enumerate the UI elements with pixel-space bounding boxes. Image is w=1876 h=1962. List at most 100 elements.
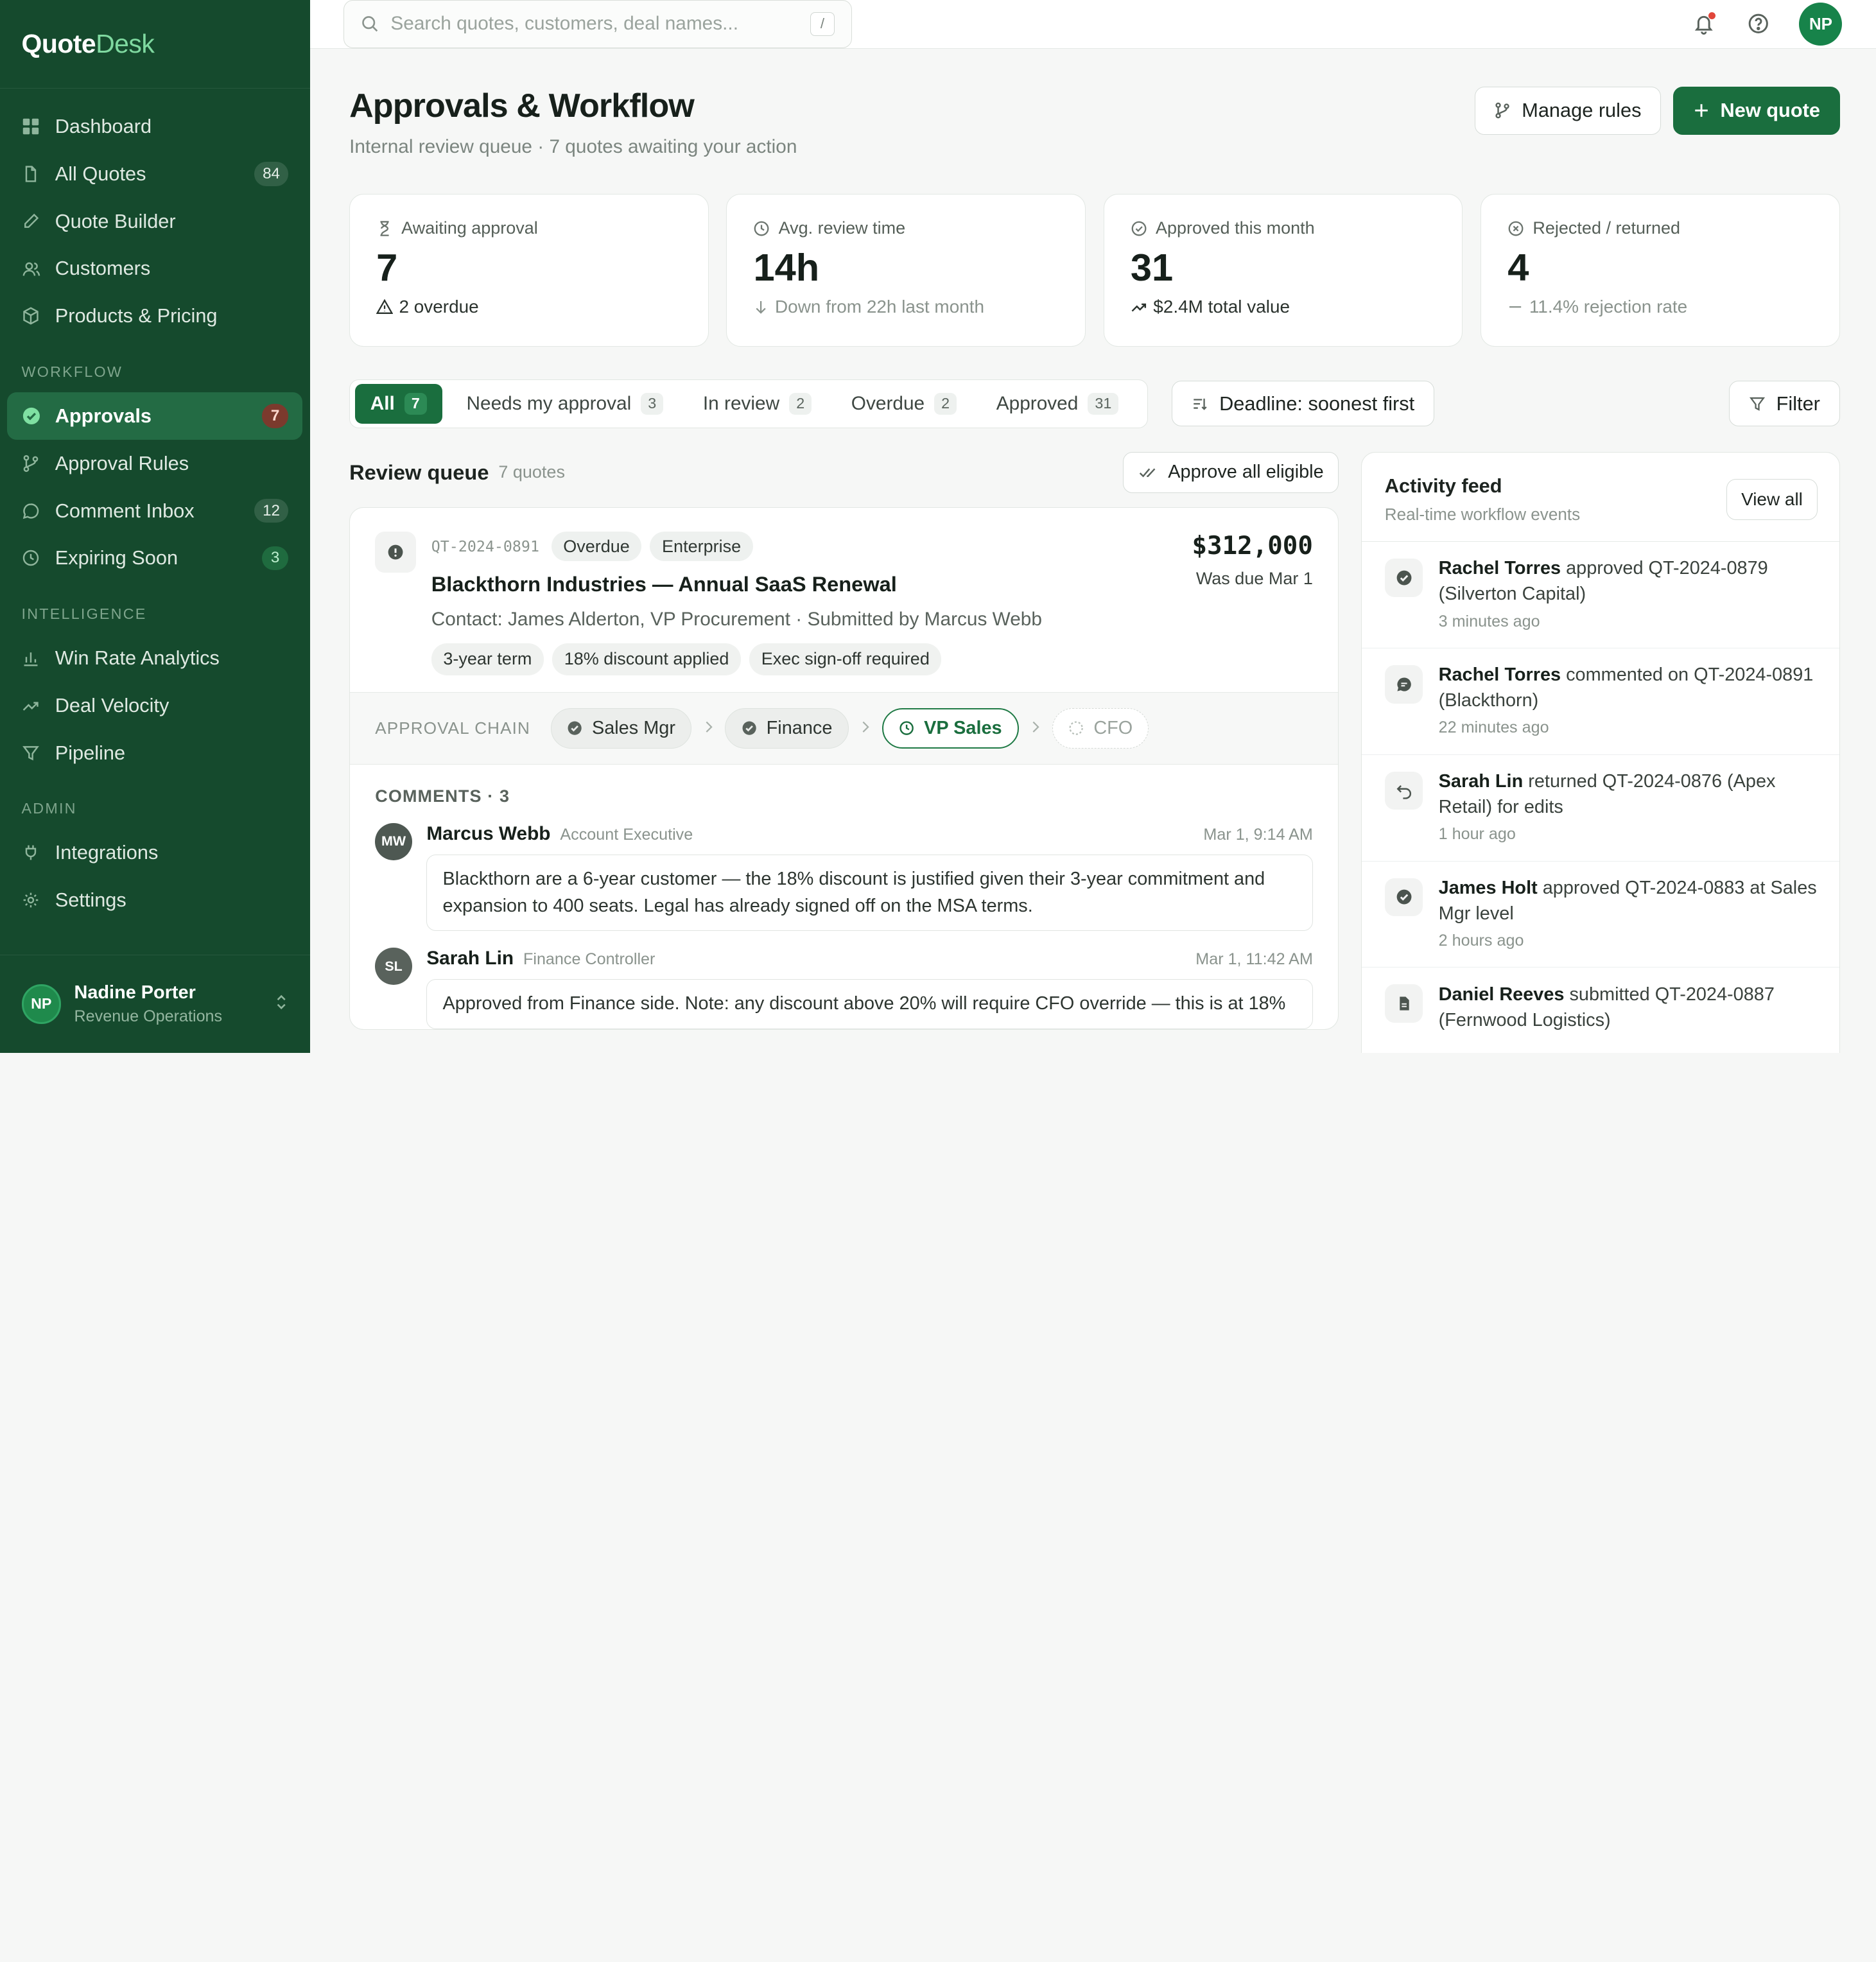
chain-step-cfo[interactable]: CFO xyxy=(1052,708,1149,749)
sidebar-item-label: Products & Pricing xyxy=(55,304,218,327)
search-icon xyxy=(361,15,379,33)
comment-time: Mar 1, 9:14 AM xyxy=(1203,825,1313,844)
funnel-icon xyxy=(22,743,41,763)
sidebar-nav: Dashboard All Quotes 84 Quote Builder Cu… xyxy=(0,89,310,955)
filter-bar: All 7 Needs my approval 3 In review 2 Overd… xyxy=(349,379,1840,428)
feed-event[interactable]: Rachel Torres commented on QT-2024-0891 … xyxy=(1362,648,1839,755)
tab-label: In review xyxy=(702,392,780,414)
sidebar-item-pipeline[interactable]: Pipeline xyxy=(7,729,302,777)
comment-text: Blackthorn are a 6-year customer — the 1… xyxy=(426,854,1313,932)
sidebar-item-label: Comment Inbox xyxy=(55,499,195,522)
feed-event[interactable]: Sarah Lin returned QT-2024-0876 (Apex Re… xyxy=(1362,755,1839,862)
search-input[interactable] xyxy=(390,13,811,35)
kpi-note: $2.4M total value xyxy=(1153,297,1290,317)
check-badge-icon xyxy=(1384,559,1423,597)
count-badge: 12 xyxy=(254,498,289,523)
approval-chain: APPROVAL CHAIN Sales Mgr Finance VP Sale… xyxy=(350,691,1339,765)
new-quote-button[interactable]: New quote xyxy=(1672,87,1840,135)
app-root: Quote Desk Dashboard All Quotes 84 Quote … xyxy=(0,0,1876,1053)
warning-icon xyxy=(376,299,394,315)
avatar: MW xyxy=(375,822,412,860)
sidebar-item-label: Customers xyxy=(55,257,151,280)
section-title-workflow: WORKFLOW xyxy=(21,363,123,380)
arrow-down-icon xyxy=(753,299,769,315)
tab-in-review[interactable]: In review 2 xyxy=(688,384,828,423)
kpi-label: Approved this month xyxy=(1155,218,1315,238)
help-icon[interactable] xyxy=(1744,10,1773,39)
manage-rules-button[interactable]: Manage rules xyxy=(1474,87,1662,135)
kpi-card-awaiting: Awaiting approval 7 2 overdue xyxy=(349,193,709,347)
tab-all[interactable]: All 7 xyxy=(354,384,443,424)
check-circle-icon xyxy=(22,406,41,426)
notification-dot xyxy=(1708,12,1715,19)
bell-icon[interactable] xyxy=(1689,10,1718,39)
event-actor: Rachel Torres xyxy=(1438,664,1561,686)
comment-time: Mar 1, 11:42 AM xyxy=(1195,950,1313,969)
sidebar-item-dashboard[interactable]: Dashboard xyxy=(7,103,302,150)
count-badge: 7 xyxy=(262,404,289,428)
sidebar-item-integrations[interactable]: Integrations xyxy=(7,829,302,877)
sort-button[interactable]: Deadline: soonest first xyxy=(1172,381,1435,427)
clock-icon xyxy=(22,548,41,568)
sidebar-item-products-pricing[interactable]: Products & Pricing xyxy=(7,292,302,340)
sidebar-item-win-rate-analytics[interactable]: Win Rate Analytics xyxy=(7,634,302,682)
chain-step-sales-mgr[interactable]: Sales Mgr xyxy=(550,708,692,749)
quote-card[interactable]: QT-2024-0891 Overdue Enterprise Blacktho… xyxy=(349,507,1339,1030)
chain-step-label: VP Sales xyxy=(924,718,1002,739)
gear-icon xyxy=(22,890,41,910)
sidebar-item-approvals[interactable]: Approvals 7 xyxy=(7,392,303,440)
user-profile[interactable]: NP Nadine Porter Revenue Operations xyxy=(0,954,310,1053)
page-content: Approvals & Workflow Internal review que… xyxy=(310,49,1876,1053)
kpi-note: 2 overdue xyxy=(399,297,479,317)
chain-step-label: CFO xyxy=(1093,718,1133,739)
sidebar-item-label: Quote Builder xyxy=(55,209,176,232)
feed-event[interactable]: Rachel Torres approved QT-2024-0879 (Sil… xyxy=(1362,542,1839,648)
tab-approved[interactable]: Approved 31 xyxy=(981,384,1134,423)
feed-event[interactable]: James Holt approved QT-2024-0883 at Sale… xyxy=(1362,862,1839,968)
comment: SL Sarah Lin Finance Controller Mar 1, 1… xyxy=(375,948,1313,1029)
sidebar-item-settings[interactable]: Settings xyxy=(7,876,302,924)
chevron-right-icon xyxy=(1030,720,1040,738)
event-time: 3 minutes ago xyxy=(1438,612,1540,630)
comment-role: Finance Controller xyxy=(523,950,656,969)
count-badge: 3 xyxy=(262,546,289,570)
sidebar-item-expiring-soon[interactable]: Expiring Soon 3 xyxy=(7,534,302,582)
sort-label: Deadline: soonest first xyxy=(1219,392,1415,415)
deal-chip: Exec sign-off required xyxy=(749,643,942,675)
sidebar-item-all-quotes[interactable]: All Quotes 84 xyxy=(7,150,302,198)
chain-step-vp-sales[interactable]: VP Sales xyxy=(882,708,1019,749)
feed-event[interactable]: Daniel Reeves submitted QT-2024-0887 (Fe… xyxy=(1362,968,1839,1052)
view-all-button[interactable]: View all xyxy=(1726,479,1818,520)
tab-needs-my-approval[interactable]: Needs my approval 3 xyxy=(451,384,679,423)
sidebar-item-approval-rules[interactable]: Approval Rules xyxy=(7,440,302,487)
search-box[interactable]: / xyxy=(343,0,852,48)
brand-logo[interactable]: Quote Desk xyxy=(0,0,310,89)
feed-title: Activity feed xyxy=(1384,474,1502,497)
sidebar-item-customers[interactable]: Customers xyxy=(7,245,302,293)
sidebar-item-deal-velocity[interactable]: Deal Velocity xyxy=(7,682,302,729)
topbar: / NP xyxy=(309,0,1876,49)
avatar[interactable]: NP xyxy=(1799,2,1843,46)
filter-button[interactable]: Filter xyxy=(1728,381,1840,427)
user-name: Nadine Porter xyxy=(74,982,196,1003)
chevron-right-icon xyxy=(704,720,713,738)
trend-icon xyxy=(22,696,41,715)
chevron-updown-icon[interactable] xyxy=(274,993,288,1016)
deal-title[interactable]: Blackthorn Industries — Annual SaaS Rene… xyxy=(431,572,1313,596)
approve-all-button[interactable]: Approve all eligible xyxy=(1123,452,1339,493)
kpi-value: 4 xyxy=(1507,246,1529,290)
sort-icon xyxy=(1192,395,1208,412)
comments-section: COMMENTS · 3 MW Marcus Webb Account Exec… xyxy=(350,765,1338,1029)
brand-part1: Quote xyxy=(21,28,96,58)
status-tabs: All 7 Needs my approval 3 In review 2 Overd… xyxy=(349,379,1149,428)
filter-label: Filter xyxy=(1776,392,1820,415)
review-queue: Review queue 7 quotes Approve all eligib… xyxy=(349,452,1339,1052)
sidebar-item-comment-inbox[interactable]: Comment Inbox 12 xyxy=(7,487,302,535)
tab-overdue[interactable]: Overdue 2 xyxy=(836,384,973,423)
tab-count: 7 xyxy=(404,392,428,415)
sidebar-item-quote-builder[interactable]: Quote Builder xyxy=(7,198,302,245)
event-time: 2 hours ago xyxy=(1438,932,1524,950)
grid-icon xyxy=(22,117,41,136)
count-badge: 84 xyxy=(254,162,289,186)
chain-step-finance[interactable]: Finance xyxy=(725,708,849,749)
